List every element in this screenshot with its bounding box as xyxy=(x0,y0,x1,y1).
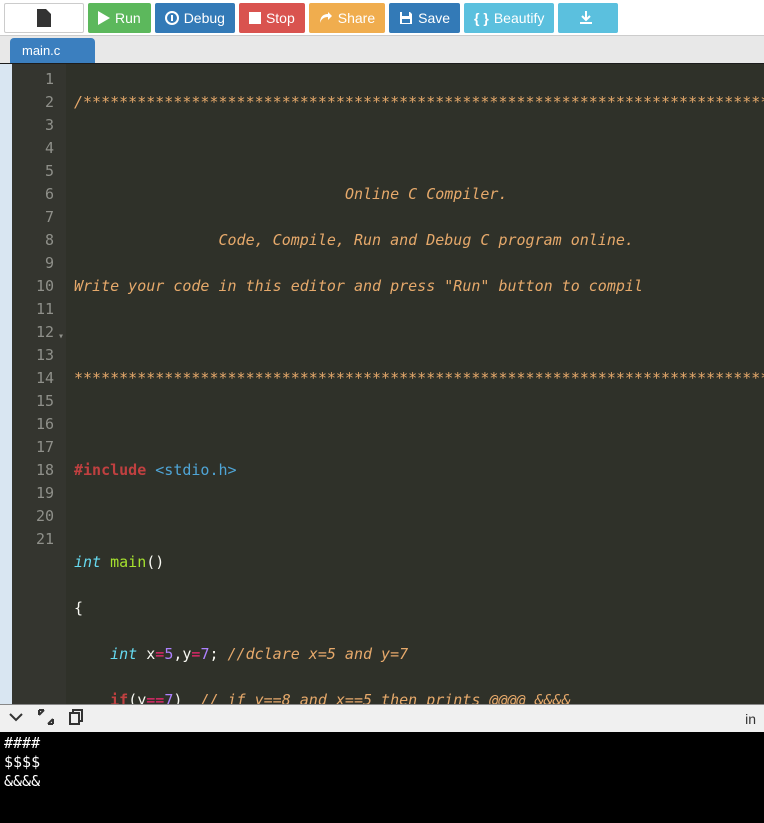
console-line: #### xyxy=(4,734,40,752)
code-token: main xyxy=(110,553,146,571)
line-number: 8 xyxy=(12,229,54,252)
line-number: 11 xyxy=(12,298,54,321)
line-number: 19 xyxy=(12,482,54,505)
save-label: Save xyxy=(418,10,450,26)
collapse-icon[interactable] xyxy=(8,710,24,727)
line-number: 12 xyxy=(12,321,54,344)
line-number: 16 xyxy=(12,413,54,436)
line-number: 20 xyxy=(12,505,54,528)
code-token: int xyxy=(110,645,137,663)
line-number: 3 xyxy=(12,114,54,137)
debug-button[interactable]: Debug xyxy=(155,3,235,33)
line-number: 2 xyxy=(12,91,54,114)
line-number: 10 xyxy=(12,275,54,298)
code-token: <stdio.h> xyxy=(155,461,236,479)
debug-icon xyxy=(165,11,179,25)
line-number: 6 xyxy=(12,183,54,206)
line-number: 18 xyxy=(12,459,54,482)
line-number: 9 xyxy=(12,252,54,275)
beautify-button[interactable]: { } Beautify xyxy=(464,3,554,33)
console-right-text: in xyxy=(745,711,756,727)
play-icon xyxy=(98,11,110,25)
code-token: { xyxy=(74,599,83,617)
editor-left-strip xyxy=(0,64,12,704)
expand-icon[interactable] xyxy=(38,709,54,728)
code-token: Online C Compiler. xyxy=(74,185,508,203)
stop-icon xyxy=(249,12,261,24)
beautify-label: Beautify xyxy=(494,10,545,26)
document-icon xyxy=(37,9,51,27)
code-editor[interactable]: 1 2 3 4 5 6 7 8 9 10 11 12 13 14 15 16 1… xyxy=(0,64,764,704)
tab-main-c[interactable]: main.c xyxy=(10,38,95,63)
code-token: ****************************************… xyxy=(74,369,764,387)
code-token: #include xyxy=(74,461,146,479)
console-output: #### $$$$ &&&& xyxy=(0,732,764,823)
run-label: Run xyxy=(115,10,141,26)
share-button[interactable]: Share xyxy=(309,3,385,33)
run-button[interactable]: Run xyxy=(88,3,151,33)
save-button[interactable]: Save xyxy=(389,3,460,33)
code-token: () xyxy=(146,553,164,571)
code-area[interactable]: /***************************************… xyxy=(66,64,764,704)
tab-label: main.c xyxy=(22,43,60,58)
line-number: 15 xyxy=(12,390,54,413)
tab-bar: main.c xyxy=(0,36,764,64)
console-line: $$$$ xyxy=(4,753,40,771)
share-icon xyxy=(319,11,333,25)
download-icon xyxy=(578,10,594,26)
console-line: &&&& xyxy=(4,772,40,790)
line-number: 13 xyxy=(12,344,54,367)
new-file-button[interactable] xyxy=(4,3,84,33)
line-number: 17 xyxy=(12,436,54,459)
stop-label: Stop xyxy=(266,10,295,26)
line-number: 7 xyxy=(12,206,54,229)
code-token: int xyxy=(74,553,101,571)
console-toolbar: in xyxy=(0,704,764,732)
toolbar: Run Debug Stop Share Save { } Beautify xyxy=(0,0,764,36)
line-number: 21 xyxy=(12,528,54,551)
debug-label: Debug xyxy=(184,10,225,26)
line-number: 1 xyxy=(12,68,54,91)
code-token: Write your code in this editor and press… xyxy=(74,277,643,295)
line-number: 4 xyxy=(12,137,54,160)
share-label: Share xyxy=(338,10,375,26)
braces-icon: { } xyxy=(474,10,489,26)
code-token: Code, Compile, Run and Debug C program o… xyxy=(74,231,634,249)
save-icon xyxy=(399,11,413,25)
copy-output-icon[interactable] xyxy=(68,709,84,728)
line-number: 5 xyxy=(12,160,54,183)
line-gutter: 1 2 3 4 5 6 7 8 9 10 11 12 13 14 15 16 1… xyxy=(12,64,66,704)
download-button[interactable] xyxy=(558,3,618,33)
code-token: /***************************************… xyxy=(74,93,764,111)
line-number: 14 xyxy=(12,367,54,390)
stop-button[interactable]: Stop xyxy=(239,3,305,33)
